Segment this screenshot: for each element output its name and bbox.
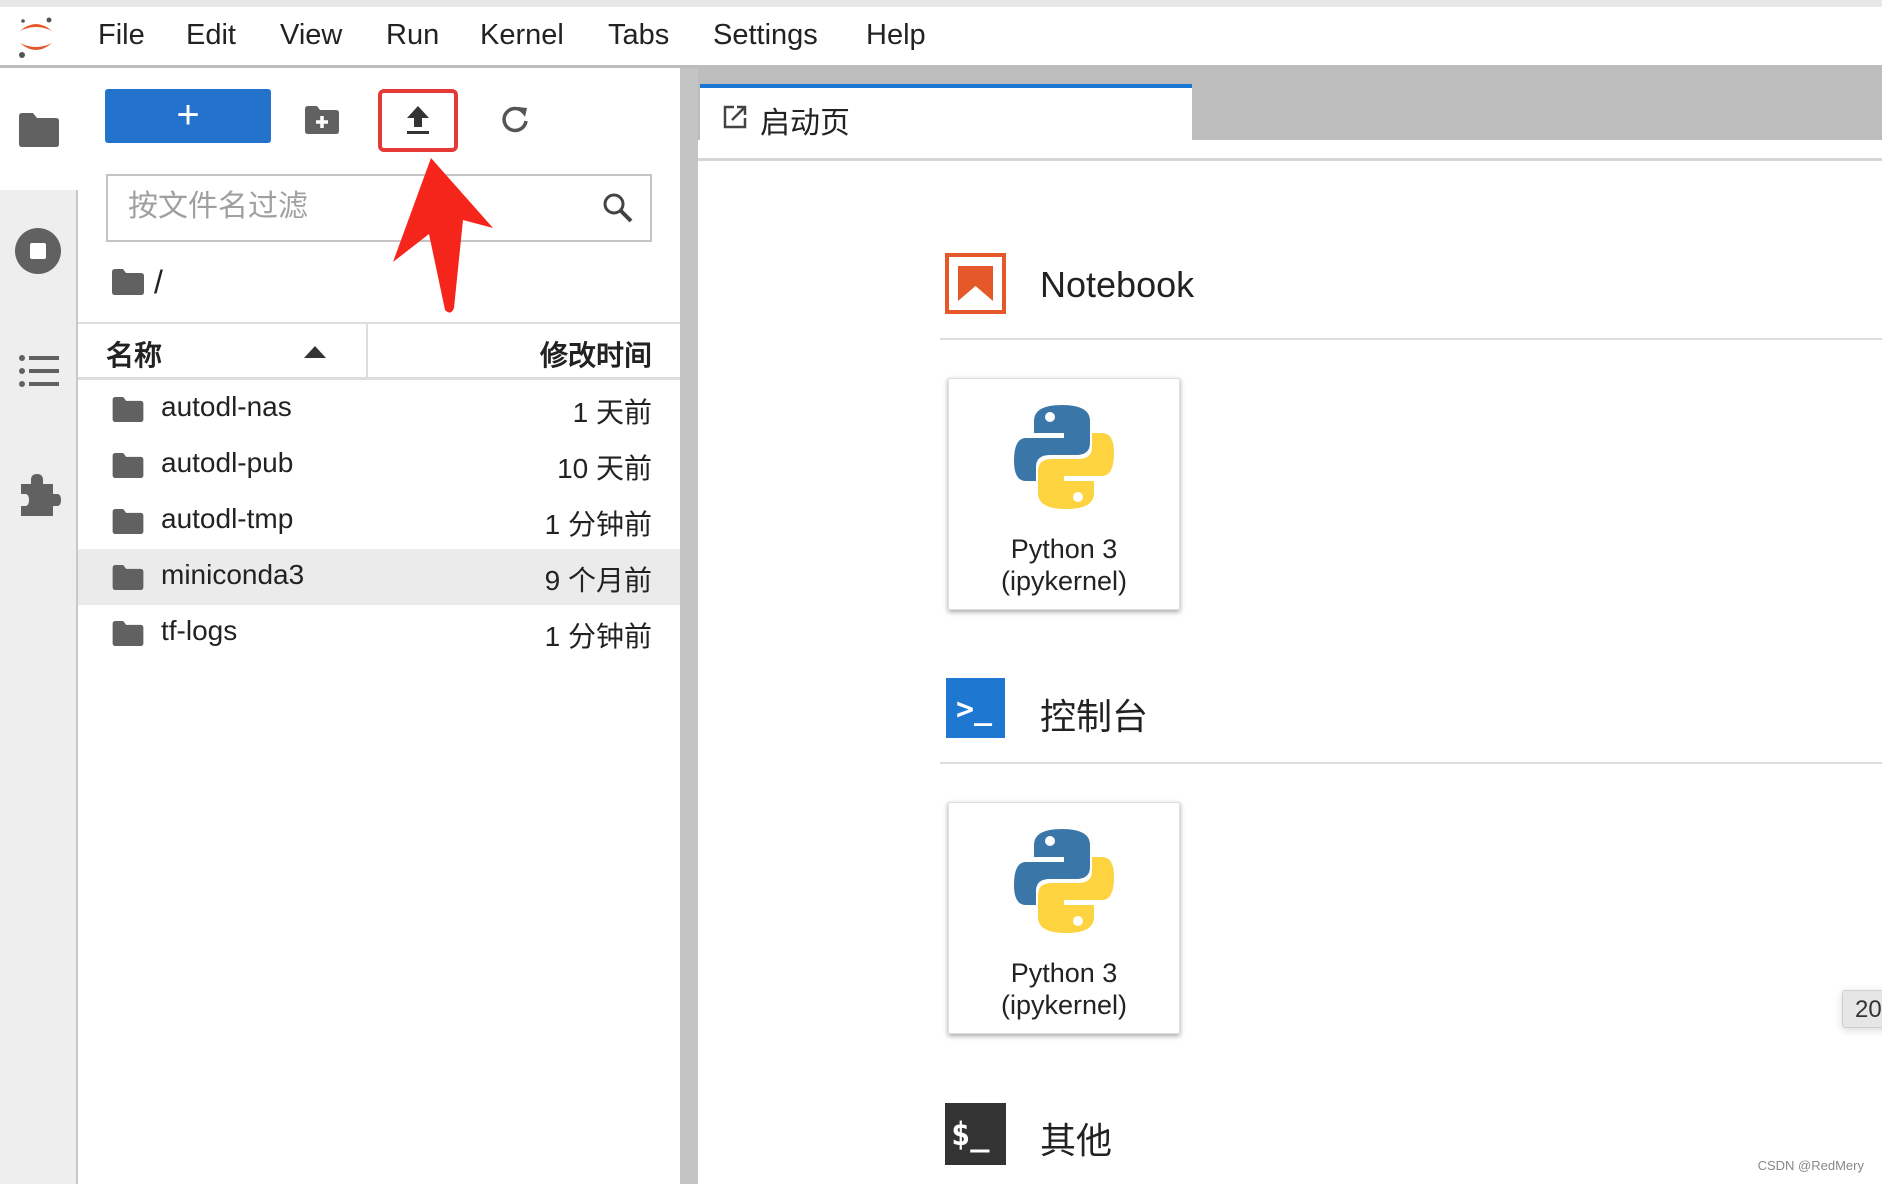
section-divider <box>940 338 1882 340</box>
extension-puzzle-icon[interactable] <box>17 472 61 516</box>
menu-file[interactable]: File <box>98 19 145 52</box>
notebook-icon <box>945 253 1006 314</box>
file-modified: 9 个月前 <box>544 565 652 596</box>
python-logo-icon <box>1014 405 1114 509</box>
running-stop-icon[interactable] <box>15 228 61 274</box>
menu-run[interactable]: Run <box>386 19 439 52</box>
file-row-selected[interactable]: miniconda3 9 个月前 <box>78 549 680 605</box>
console-icon: >_ <box>946 678 1005 738</box>
folder-icon <box>112 621 144 646</box>
menu-help[interactable]: Help <box>866 19 926 52</box>
file-row[interactable]: autodl-pub 10 天前 <box>78 437 680 493</box>
new-folder-icon[interactable] <box>305 106 339 134</box>
menu-tabs[interactable]: Tabs <box>608 19 669 52</box>
notebook-python3-card[interactable]: Python 3 (ipykernel) <box>948 378 1180 610</box>
folder-icon[interactable] <box>19 113 59 147</box>
file-filter-search[interactable] <box>106 174 652 242</box>
kernel-name: Python 3 <box>1010 534 1118 564</box>
file-list-header: 名称 修改时间 <box>78 322 680 380</box>
column-divider[interactable] <box>366 324 368 380</box>
file-row[interactable]: tf-logs 1 分钟前 <box>78 605 680 661</box>
file-name: autodl-tmp <box>161 503 294 534</box>
file-name: autodl-pub <box>161 447 294 478</box>
toc-list-icon[interactable] <box>19 354 59 388</box>
refresh-icon[interactable] <box>500 104 530 134</box>
file-modified: 1 天前 <box>572 397 652 428</box>
sort-ascending-caret-icon[interactable] <box>304 346 326 358</box>
section-title-notebook: Notebook <box>1040 264 1195 305</box>
console-python3-card[interactable]: Python 3 (ipykernel) <box>948 802 1180 1034</box>
file-row[interactable]: autodl-tmp 1 分钟前 <box>78 493 680 549</box>
breadcrumb-folder-icon[interactable] <box>112 269 144 295</box>
menu-settings[interactable]: Settings <box>713 19 818 52</box>
left-sidebar <box>0 68 78 1184</box>
section-title-console: 控制台 <box>1040 696 1149 737</box>
file-name: tf-logs <box>161 615 238 646</box>
kernel-spec: (ipykernel) <box>1000 566 1128 596</box>
kernel-name: Python 3 <box>1010 958 1118 988</box>
page-badge: 20 <box>1842 990 1882 1028</box>
folder-icon <box>112 565 144 590</box>
column-modified[interactable]: 修改时间 <box>540 334 652 374</box>
file-row[interactable]: autodl-nas 1 天前 <box>78 381 680 437</box>
new-launcher-button[interactable]: + <box>105 89 271 143</box>
breadcrumb-root[interactable]: / <box>154 264 163 301</box>
python-logo-icon <box>1014 829 1114 933</box>
panel-splitter[interactable] <box>680 68 698 1184</box>
tab-bar-border <box>698 158 1882 161</box>
file-name: miniconda3 <box>161 559 305 590</box>
column-name[interactable]: 名称 <box>106 334 162 374</box>
folder-icon <box>112 509 144 534</box>
jupyter-logo-icon <box>19 17 52 58</box>
section-title-other: 其他 <box>1040 1120 1113 1161</box>
tab-label: 启动页 <box>760 107 850 140</box>
file-filter-input[interactable] <box>128 190 588 224</box>
red-annotation-arrow-icon <box>393 158 493 313</box>
menu-view[interactable]: View <box>280 19 342 52</box>
kernel-spec: (ipykernel) <box>1000 990 1128 1020</box>
file-modified: 10 天前 <box>557 453 652 484</box>
file-modified: 1 分钟前 <box>544 621 652 652</box>
menu-kernel[interactable]: Kernel <box>480 19 564 52</box>
launcher-tab-icon <box>723 105 747 129</box>
section-divider <box>940 762 1882 764</box>
folder-icon <box>112 397 144 422</box>
upload-icon[interactable] <box>404 104 432 136</box>
watermark: CSDN @RedMery <box>1757 1158 1864 1173</box>
menu-edit[interactable]: Edit <box>186 19 236 52</box>
window-top-strip <box>0 0 1882 7</box>
file-name: autodl-nas <box>161 391 292 422</box>
file-modified: 1 分钟前 <box>544 509 652 540</box>
tab-launcher[interactable]: 启动页 <box>700 84 1192 160</box>
folder-icon <box>112 453 144 478</box>
search-icon <box>603 193 633 223</box>
terminal-icon: $_ <box>945 1103 1006 1165</box>
menu-bar: File Edit View Run Kernel Tabs Settings … <box>0 7 1882 68</box>
